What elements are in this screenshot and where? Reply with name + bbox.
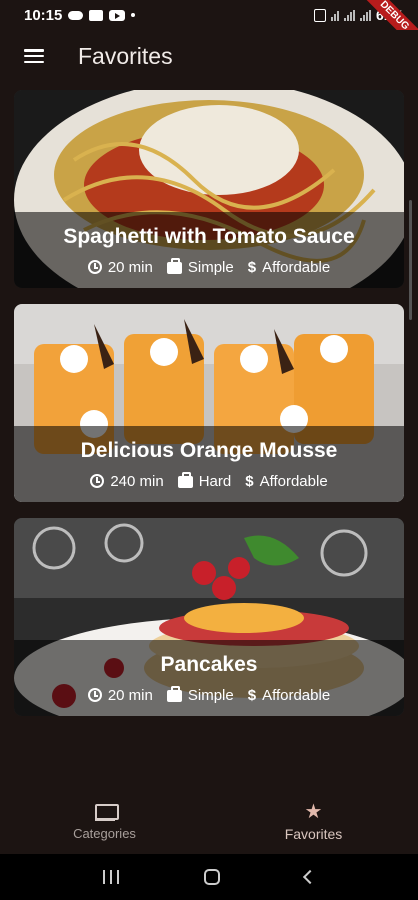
complexity: Hard	[177, 472, 232, 490]
notification-dot-icon	[131, 13, 136, 17]
meal-meta: 20 min Simple $ Affordable	[87, 258, 330, 276]
meal-card[interactable]: Pancakes 20 min Simple $ Affordable	[14, 518, 404, 716]
meal-card[interactable]: Spaghetti with Tomato Sauce 20 min Simpl…	[14, 90, 404, 288]
status-left: 10:15	[24, 6, 136, 24]
tab-favorites[interactable]: ★ Favorites	[209, 790, 418, 854]
complexity-label: Hard	[198, 472, 232, 490]
duration-label: 20 min	[107, 258, 153, 276]
work-icon	[166, 258, 182, 274]
complexity-label: Simple	[187, 686, 234, 704]
home-icon[interactable]	[203, 869, 220, 885]
duration: 20 min	[87, 258, 153, 276]
meal-overlay: Spaghetti with Tomato Sauce 20 min Simpl…	[14, 212, 404, 288]
affordability-label: Affordable	[262, 258, 331, 276]
tab-categories[interactable]: Categories	[0, 790, 209, 854]
set-meal-icon	[94, 803, 119, 822]
clock-icon	[87, 260, 102, 274]
complexity-label: Simple	[187, 258, 234, 276]
meal-title: Spaghetti with Tomato Sauce	[63, 224, 355, 248]
youtube-icon	[109, 9, 126, 21]
menu-icon[interactable]	[24, 49, 44, 63]
recent-apps-icon[interactable]	[102, 870, 119, 884]
clock-icon	[87, 688, 102, 702]
complexity: Simple	[166, 258, 234, 276]
scrollbar[interactable]	[409, 200, 412, 320]
status-bar: 10:15 61%	[0, 0, 418, 30]
meal-title: Pancakes	[160, 652, 258, 676]
duration: 20 min	[87, 686, 153, 704]
tab-categories-label: Categories	[73, 825, 136, 841]
tab-favorites-label: Favorites	[284, 826, 343, 842]
star-icon: ★	[304, 801, 323, 823]
news-icon	[89, 9, 104, 21]
meal-meta: 240 min Hard $ Affordable	[90, 472, 328, 490]
page-title: Favorites	[78, 42, 173, 69]
affordability: $ Affordable	[248, 259, 330, 276]
status-time: 10:15	[24, 6, 63, 24]
dollar-icon: $	[247, 258, 257, 276]
meal-card[interactable]: Delicious Orange Mousse 240 min Hard $ A…	[14, 304, 404, 502]
system-navigation-bar	[0, 854, 418, 900]
battery-saver-icon	[313, 8, 326, 22]
duration-label: 240 min	[110, 472, 164, 490]
meal-list: Spaghetti with Tomato Sauce 20 min Simpl…	[14, 90, 404, 732]
work-icon	[177, 472, 193, 488]
signal-2-icon	[359, 9, 371, 21]
wifi-icon	[330, 10, 339, 21]
app-bar: Favorites	[0, 30, 418, 82]
meal-meta: 20 min Simple $ Affordable	[87, 686, 330, 704]
duration-label: 20 min	[107, 686, 153, 704]
affordability: $ Affordable	[245, 473, 327, 490]
signal-icon	[343, 9, 355, 21]
complexity: Simple	[166, 686, 234, 704]
meal-overlay: Delicious Orange Mousse 240 min Hard $ A…	[14, 426, 404, 502]
bottom-navigation: Categories ★ Favorites	[0, 790, 418, 854]
cloud-icon	[68, 10, 84, 20]
affordability: $ Affordable	[248, 687, 330, 704]
dollar-icon: $	[247, 686, 257, 704]
work-icon	[166, 686, 182, 702]
back-icon[interactable]	[303, 869, 318, 885]
affordability-label: Affordable	[262, 686, 331, 704]
affordability-label: Affordable	[259, 472, 328, 490]
duration: 240 min	[90, 472, 164, 490]
meal-overlay: Pancakes 20 min Simple $ Affordable	[14, 640, 404, 716]
clock-icon	[90, 474, 105, 488]
dollar-icon: $	[245, 472, 254, 490]
meal-title: Delicious Orange Mousse	[80, 438, 338, 462]
